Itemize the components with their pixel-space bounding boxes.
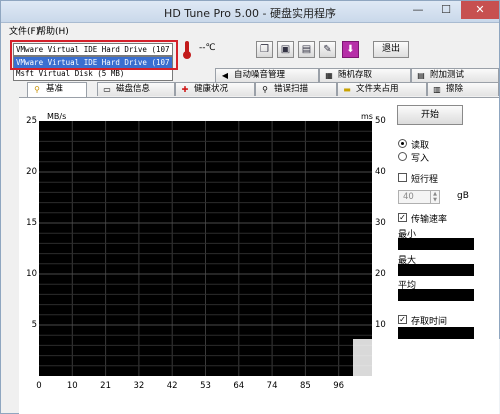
folder-icon: ▬ bbox=[343, 85, 351, 94]
transfer-rate-label: 传输速率 bbox=[411, 215, 448, 225]
app-window: HD Tune Pro 5.00 - 硬盘实用程序 — ☐ ✕ 文件(F) 帮助… bbox=[0, 0, 500, 414]
temperature-readout: --℃ bbox=[199, 43, 216, 53]
y-right-unit: ms bbox=[361, 112, 373, 121]
tab-random-access[interactable]: ▦ 随机存取 bbox=[319, 68, 411, 82]
x-tick-label: 0 bbox=[36, 381, 42, 391]
x-tick-label: 53 bbox=[200, 381, 211, 391]
max-value-box bbox=[398, 264, 474, 276]
minimize-button[interactable]: — bbox=[405, 1, 431, 19]
disk-info-icon: ▭ bbox=[103, 85, 111, 94]
drive-option-vmware[interactable]: VMware Virtual IDE Hard Drive (107 GB) bbox=[14, 57, 172, 68]
transfer-rate-checkbox[interactable]: ✓ bbox=[398, 213, 407, 222]
y-left-tick-label: 10 bbox=[26, 269, 37, 279]
title-bar[interactable]: HD Tune Pro 5.00 - 硬盘实用程序 — ☐ ✕ bbox=[1, 1, 499, 23]
save-icon[interactable]: ▤ bbox=[298, 41, 315, 58]
tab-error-scan[interactable]: ⚲ 错误扫描 bbox=[255, 82, 337, 96]
extra-test-icon: ▤ bbox=[417, 71, 425, 80]
avg-value-box bbox=[398, 289, 474, 301]
y-right-tick-label: 10 bbox=[375, 320, 386, 330]
menu-bar: 文件(F) 帮助(H) bbox=[1, 23, 499, 37]
drive-select[interactable]: VMware Virtual IDE Hard Drive (107 GB) bbox=[13, 43, 173, 56]
random-icon: ▦ bbox=[325, 71, 333, 80]
write-radio[interactable] bbox=[398, 152, 407, 161]
x-tick-label: 74 bbox=[266, 381, 278, 391]
x-tick-label: 85 bbox=[299, 381, 311, 391]
tab-noise-management[interactable]: ◀ 自动噪音管理 bbox=[215, 68, 319, 82]
min-value-box bbox=[398, 238, 474, 250]
options-icon[interactable]: ✎ bbox=[319, 41, 336, 58]
tab-health[interactable]: ✚ 健康状况 bbox=[175, 82, 255, 96]
menu-file[interactable]: 文件(F) bbox=[9, 24, 39, 37]
short-stroke-label: 短行程 bbox=[411, 175, 439, 185]
y-left-tick-label: 15 bbox=[26, 218, 37, 228]
copy-icon[interactable]: ❐ bbox=[256, 41, 273, 58]
menu-help[interactable]: 帮助(H) bbox=[37, 24, 69, 37]
access-time-value-box bbox=[398, 327, 474, 339]
x-tick-label: 42 bbox=[166, 381, 178, 391]
screenshot-icon[interactable]: ▣ bbox=[277, 41, 294, 58]
erase-icon: ▥ bbox=[433, 85, 441, 94]
benchmark-icon: ⚲ bbox=[34, 85, 40, 94]
stepper-arrows-icon[interactable]: ▲ ▼ bbox=[430, 191, 439, 203]
error-scan-icon: ⚲ bbox=[262, 85, 268, 94]
watermark-overlay bbox=[353, 339, 500, 414]
y-left-tick-label: 25 bbox=[26, 116, 37, 126]
drive-dropdown-list: VMware Virtual IDE Hard Drive (107 GB) M… bbox=[13, 56, 173, 81]
close-button[interactable]: ✕ bbox=[461, 1, 499, 19]
access-time-label: 存取时间 bbox=[411, 317, 448, 327]
tab-extra-tests[interactable]: ▤ 附加测试 bbox=[411, 68, 499, 82]
x-tick-label: 10 bbox=[66, 381, 78, 391]
y-left-tick-label: 20 bbox=[26, 167, 37, 177]
benchmark-chart bbox=[39, 121, 372, 376]
x-tick-label: 32 bbox=[133, 381, 145, 391]
y-right-tick-label: 40 bbox=[375, 167, 386, 177]
health-icon: ✚ bbox=[181, 85, 189, 94]
x-tick-label: 96 bbox=[333, 381, 345, 391]
y-right-tick-label: 20 bbox=[375, 269, 386, 279]
y-left-unit: MB/s bbox=[47, 112, 67, 121]
maximize-button[interactable]: ☐ bbox=[433, 1, 459, 19]
speaker-icon: ◀ bbox=[221, 71, 229, 80]
start-button[interactable]: 开始 bbox=[397, 105, 463, 125]
y-right-tick-label: 50 bbox=[375, 116, 386, 126]
drive-option-msft[interactable]: Msft Virtual Disk (5 MB) bbox=[14, 68, 172, 79]
exit-button[interactable]: 退出 bbox=[373, 41, 409, 58]
gb-unit-label: gB bbox=[457, 191, 469, 201]
tab-erase[interactable]: ▥ 擦除 bbox=[427, 82, 499, 96]
tab-benchmark[interactable]: ⚲ 基准 bbox=[27, 82, 87, 97]
y-right-tick-label: 30 bbox=[375, 218, 386, 228]
read-radio[interactable] bbox=[398, 139, 407, 148]
short-stroke-stepper[interactable]: 40 ▲ ▼ bbox=[398, 190, 440, 204]
write-label: 写入 bbox=[411, 154, 430, 164]
tab-folder-usage[interactable]: ▬ 文件夹占用 bbox=[337, 82, 427, 96]
x-tick-label: 21 bbox=[100, 381, 111, 391]
download-icon[interactable]: ⬇ bbox=[342, 41, 359, 58]
y-left-tick-label: 5 bbox=[31, 320, 37, 330]
short-stroke-checkbox[interactable] bbox=[398, 173, 407, 182]
tab-disk-info[interactable]: ▭ 磁盘信息 bbox=[97, 82, 175, 96]
read-label: 读取 bbox=[411, 141, 430, 151]
thermometer-icon bbox=[183, 41, 191, 59]
access-time-checkbox[interactable]: ✓ bbox=[398, 315, 407, 324]
x-tick-label: 64 bbox=[233, 381, 245, 391]
